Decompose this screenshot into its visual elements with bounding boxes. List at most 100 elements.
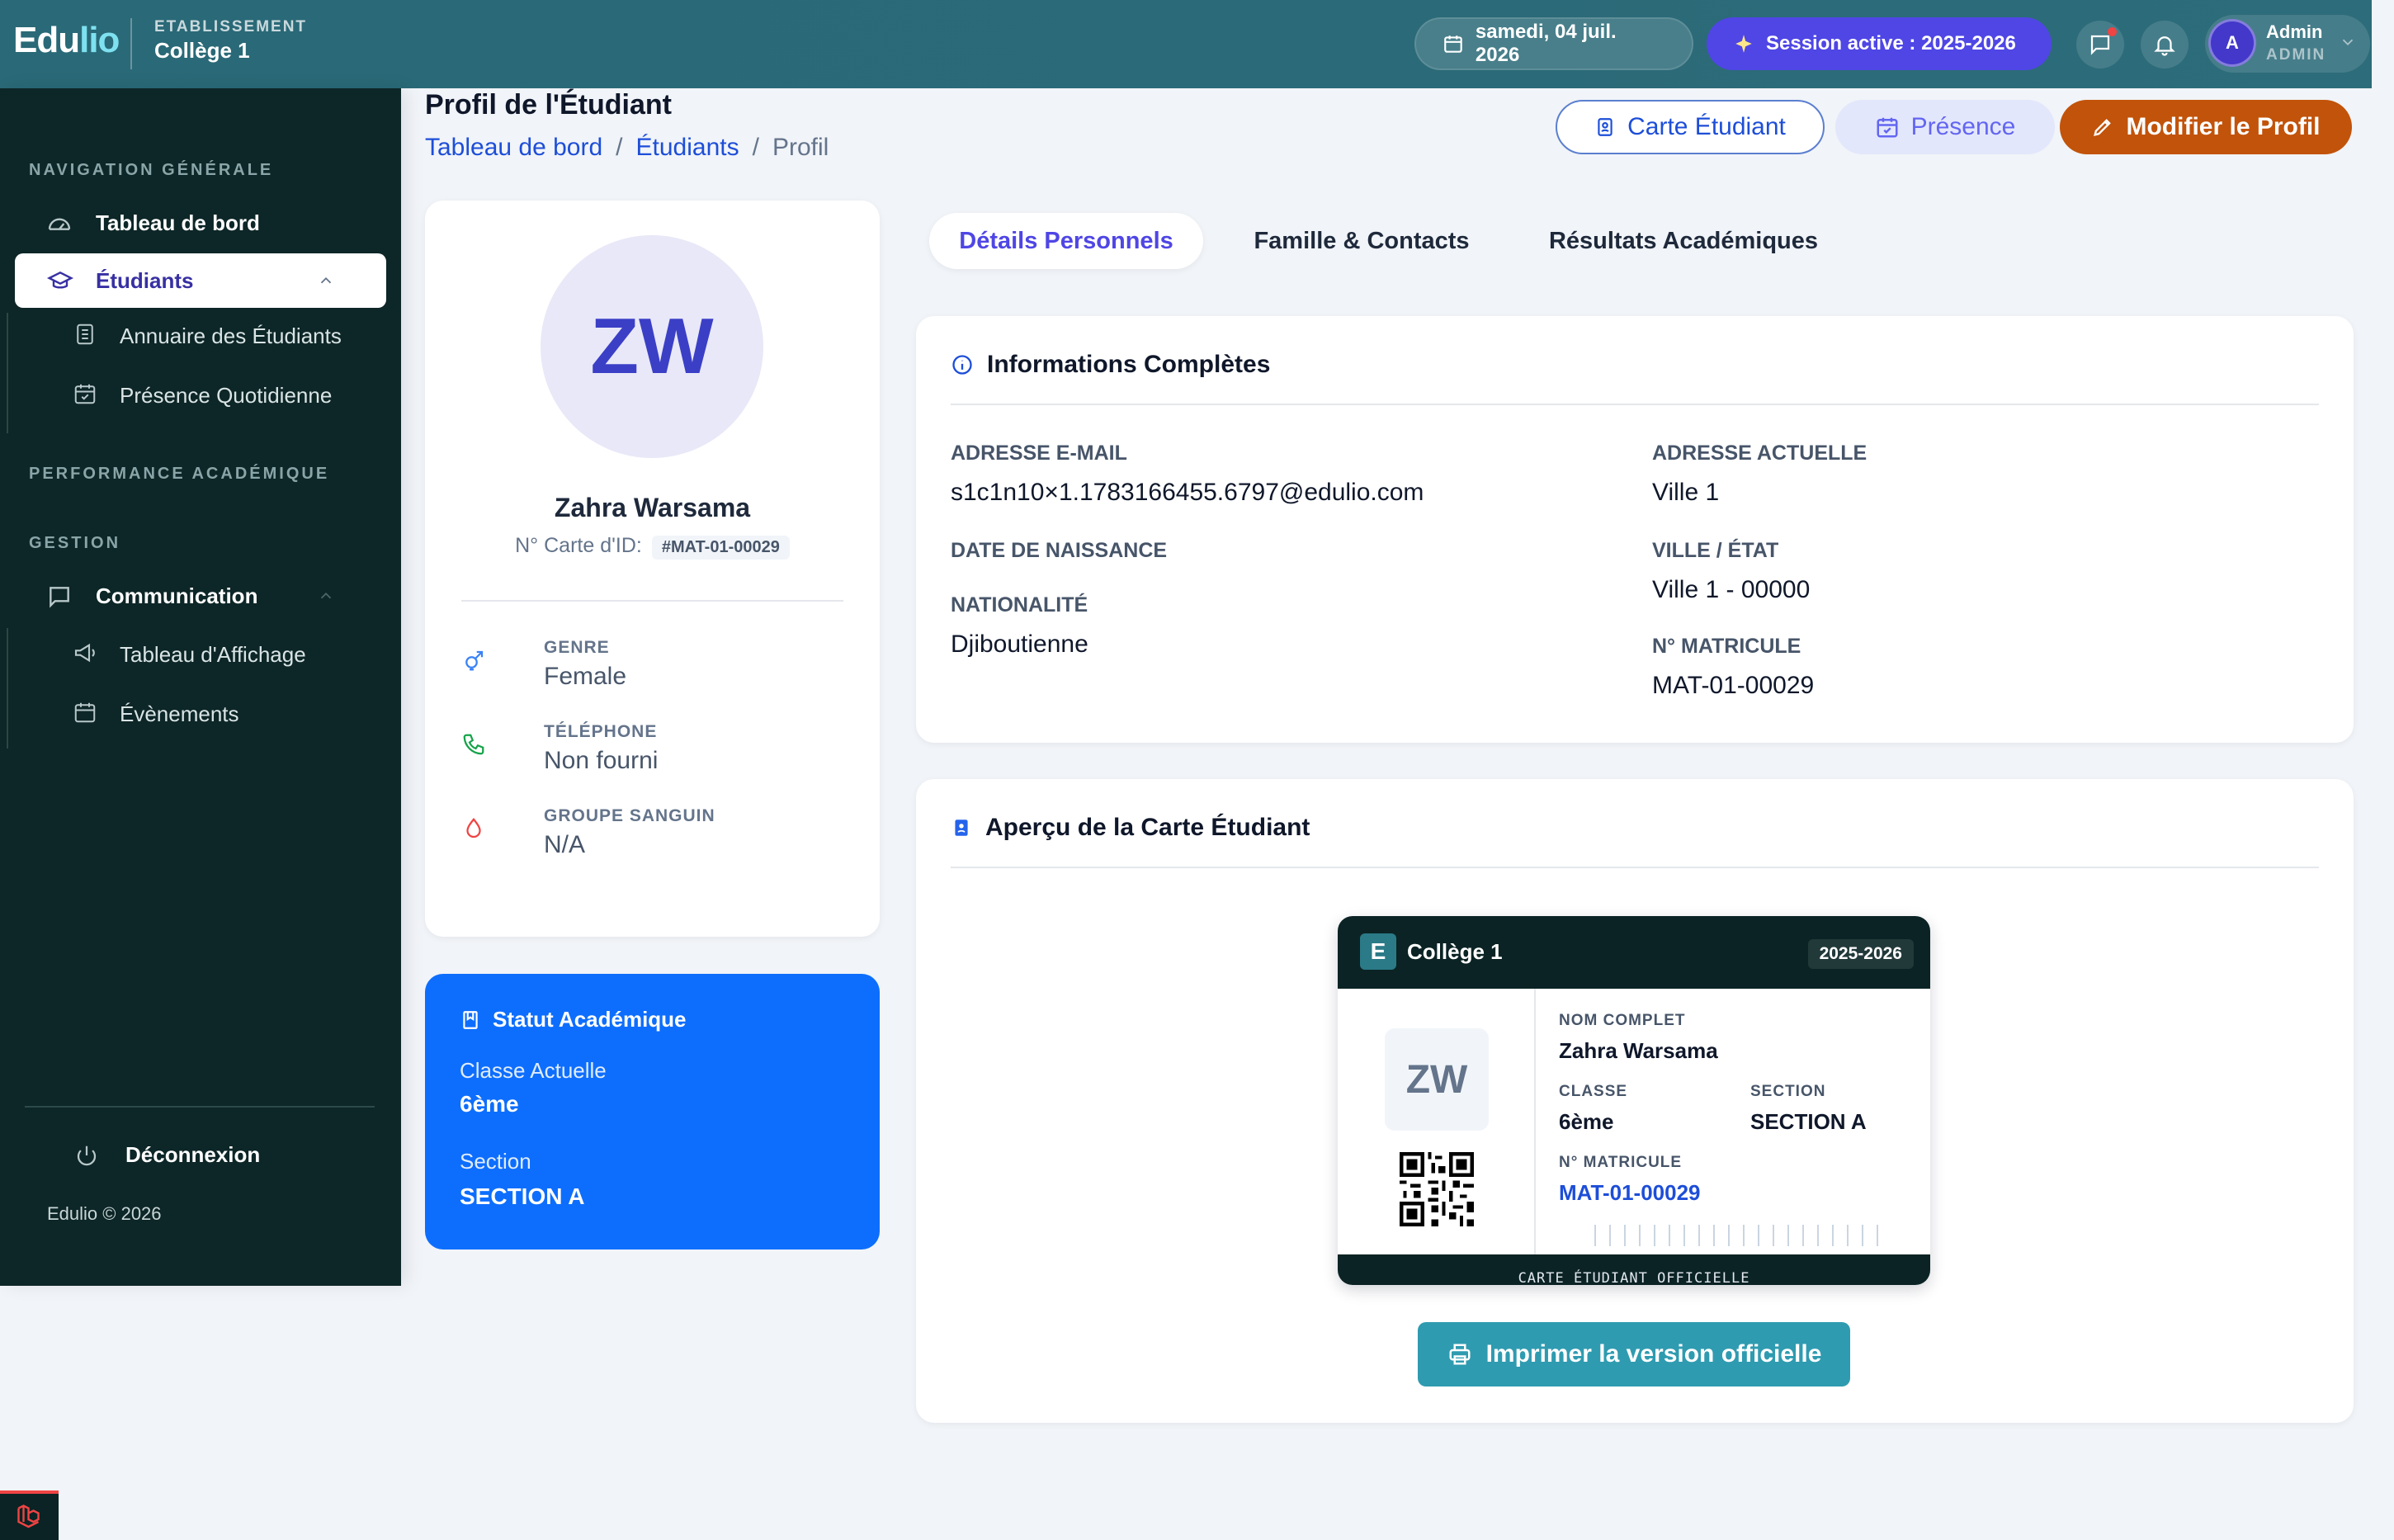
email-label: ADRESSE E-MAIL <box>951 442 1127 465</box>
class-value: 6ème <box>460 1091 519 1117</box>
address-label: ADRESSE ACTUELLE <box>1652 442 1868 465</box>
sidebar-subitem-label: Évènements <box>120 701 239 726</box>
bookmark-icon <box>463 1010 478 1029</box>
notification-dot <box>2108 27 2117 36</box>
birthdate-label: DATE DE NAISSANCE <box>951 539 1168 562</box>
phone-label: TÉLÉPHONE <box>544 722 658 741</box>
id-card-school: Collège 1 <box>1407 939 1503 964</box>
phone-icon <box>463 734 484 755</box>
city-field: VILLE / ÉTAT Ville 1 - 00000 <box>1652 539 1810 604</box>
id-card-matricule-label: N° MATRICULE <box>1559 1154 1683 1171</box>
gender-icon <box>465 650 484 671</box>
id-card-class-label: CLASSE <box>1559 1083 1628 1100</box>
pencil-icon <box>2094 119 2112 136</box>
student-id: N° Carte d'ID: #MAT-01-00029 <box>425 534 880 560</box>
chevron-up-icon <box>320 592 332 599</box>
sidebar-item-label: Tableau de bord <box>96 210 260 235</box>
avatar: A <box>2208 19 2256 67</box>
calendar-icon <box>1444 35 1462 53</box>
address-value: Ville 1 <box>1652 479 1720 506</box>
matricule-value: MAT-01-00029 <box>1652 672 1815 699</box>
edit-profile-label: Modifier le Profil <box>2126 113 2321 140</box>
breadcrumb-link-dashboard[interactable]: Tableau de bord <box>425 134 602 162</box>
edit-profile-button[interactable]: Modifier le Profil <box>2060 100 2352 154</box>
sidebar-item-communication[interactable]: Communication <box>15 569 386 623</box>
sparkle-icon <box>1735 35 1752 53</box>
divider <box>25 1106 375 1108</box>
nationality-field: NATIONALITÉ Djiboutienne <box>951 593 1088 659</box>
qr-code-icon <box>1400 1152 1474 1226</box>
id-card-section-field: SECTION SECTION A <box>1750 1083 1867 1135</box>
notifications-button[interactable] <box>2141 21 2189 68</box>
user-menu[interactable]: A Admin ADMIN <box>2205 15 2370 73</box>
laravel-icon <box>17 1505 40 1528</box>
sidebar-item-dashboard[interactable]: Tableau de bord <box>15 196 386 250</box>
messages-button[interactable] <box>2076 21 2124 68</box>
blood-value: N/A <box>544 831 586 858</box>
id-card-name: Zahra Warsama <box>1559 1038 1718 1063</box>
student-card-button[interactable]: Carte Étudiant <box>1556 100 1825 154</box>
list-icon <box>77 324 93 345</box>
chevron-down-icon <box>2342 39 2354 46</box>
id-card-name-field: NOM COMPLET Zahra Warsama <box>1559 1012 1718 1064</box>
gauge-icon <box>48 218 71 230</box>
info-panel-title: Informations Complètes <box>951 351 1270 379</box>
divider <box>951 867 2319 868</box>
print-button[interactable]: Imprimer la version officielle <box>1418 1322 1850 1386</box>
section-gestion: GESTION <box>29 534 121 552</box>
section-label: Section <box>460 1149 531 1174</box>
id-card-class: 6ème <box>1559 1109 1614 1134</box>
nationality-label: NATIONALITÉ <box>951 593 1088 616</box>
student-id-card: E Collège 1 2025-2026 ZW NOM COMPLET Zah… <box>1338 916 1930 1285</box>
user-name: Admin <box>2266 21 2323 42</box>
sidebar-item-students[interactable]: Étudiants <box>15 253 386 308</box>
user-role: ADMIN <box>2266 46 2326 64</box>
academic-status-card: Statut Académique Classe Actuelle 6ème S… <box>425 974 880 1249</box>
tab-personal-details[interactable]: Détails Personnels <box>929 213 1203 269</box>
breadcrumb-link-students[interactable]: Étudiants <box>636 134 739 162</box>
breadcrumb: Tableau de bord / Étudiants / Profil <box>425 134 829 162</box>
id-card-matricule-field: N° MATRICULE MAT-01-00029 <box>1559 1154 1701 1206</box>
city-value: Ville 1 - 00000 <box>1652 576 1811 603</box>
top-bar: Edulio ETABLISSEMENT Collège 1 samedi, 0… <box>0 0 2372 88</box>
section-value: SECTION A <box>460 1183 585 1209</box>
academic-status-title: Statut Académique <box>460 1007 687 1032</box>
birthdate-field: DATE DE NAISSANCE <box>951 539 1167 563</box>
printer-icon <box>1449 1344 1471 1365</box>
barcode-icon <box>1594 1225 1878 1246</box>
logout-button[interactable]: Déconnexion <box>74 1142 260 1168</box>
page-title: Profil de l'Étudiant <box>425 89 672 120</box>
etablissement-kicker: ETABLISSEMENT <box>154 18 308 35</box>
card-preview-title-text: Aperçu de la Carte Étudiant <box>985 814 1310 841</box>
divider <box>951 404 2319 405</box>
tab-academic-results[interactable]: Résultats Académiques <box>1527 213 1840 269</box>
school-logo: E <box>1360 933 1396 970</box>
address-field: ADRESSE ACTUELLE Ville 1 <box>1652 442 1867 507</box>
bell-icon <box>2154 36 2175 56</box>
student-name: Zahra Warsama <box>554 493 751 522</box>
sidebar-subitem-label: Présence Quotidienne <box>120 382 333 408</box>
id-card-avatar: ZW <box>1385 1028 1489 1131</box>
calendar-check-icon <box>1877 117 1898 138</box>
divider <box>130 18 132 69</box>
sidebar-subitem-label: Annuaire des Étudiants <box>120 323 342 348</box>
calendar-check-icon <box>74 384 96 404</box>
profile-card: ZW Zahra Warsama N° Carte d'ID: #MAT-01-0… <box>425 201 880 937</box>
sidebar-subitem-label: Tableau d'Affichage <box>120 641 306 667</box>
tab-family-contacts[interactable]: Famille & Contacts <box>1230 213 1494 269</box>
info-panel: Informations Complètes ADRESSE E-MAIL s1… <box>916 316 2354 743</box>
session-pill[interactable]: Session active : 2025-2026 <box>1707 17 2052 70</box>
breadcrumb-separator: / <box>752 134 759 161</box>
date-pill[interactable]: samedi, 04 juil. 2026 <box>1414 17 1693 70</box>
info-icon <box>952 355 972 375</box>
framework-badge[interactable] <box>0 1490 59 1540</box>
gender-label: GENRE <box>544 638 610 657</box>
matricule-field: N° MATRICULE MAT-01-00029 <box>1652 635 1814 700</box>
session-text: Session active : 2025-2026 <box>1766 32 2016 54</box>
nationality-value: Djiboutienne <box>951 631 1088 658</box>
section-performance: PERFORMANCE ACADÉMIQUE <box>29 465 330 483</box>
avatar: ZW <box>541 235 763 458</box>
app-logo[interactable]: Edulio <box>13 20 120 61</box>
presence-button[interactable]: Présence <box>1835 100 2055 154</box>
academic-status-title-text: Statut Académique <box>493 1007 687 1032</box>
